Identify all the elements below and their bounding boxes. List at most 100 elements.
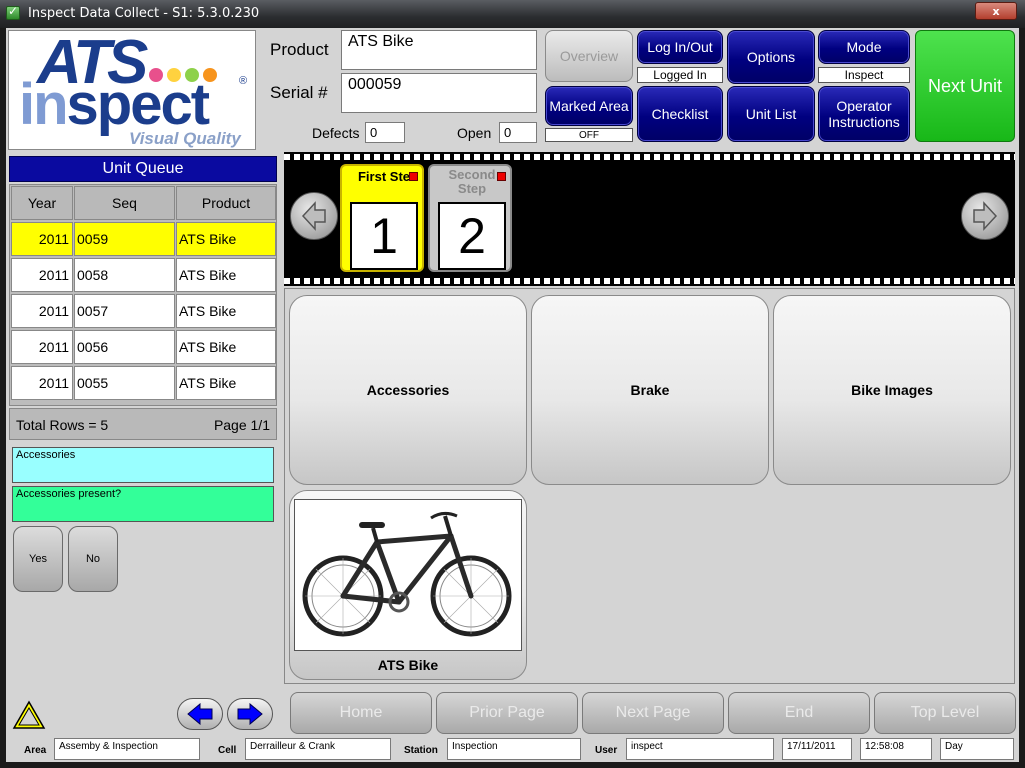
tile-brake[interactable]: Brake	[531, 295, 769, 485]
cell-field: Derrailleur & Crank	[245, 738, 391, 760]
time-field: 12:58:08	[860, 738, 932, 760]
user-field: inspect	[626, 738, 774, 760]
close-button[interactable]: x	[975, 2, 1017, 20]
mode-button[interactable]: Mode	[818, 30, 910, 64]
queue-next-button[interactable]	[227, 698, 273, 730]
app-check-icon	[6, 4, 20, 20]
bicycle-icon	[302, 511, 512, 637]
cell-product: ATS Bike	[176, 222, 276, 256]
step-2-flag-icon	[497, 172, 506, 181]
col-header-year[interactable]: Year	[11, 186, 73, 220]
film-scroll-left-button[interactable]	[290, 192, 338, 240]
step-card-2[interactable]: Second Step 2	[428, 164, 512, 272]
cell-product: ATS Bike	[176, 330, 276, 364]
top-level-button[interactable]: Top Level	[874, 692, 1016, 734]
logo-tagline: Visual Quality	[129, 129, 241, 148]
title-bar: Inspect Data Collect - S1: 5.3.0.230 x	[0, 0, 1025, 28]
col-header-seq[interactable]: Seq	[74, 186, 175, 220]
login-status: Logged In	[637, 67, 723, 83]
cell-seq: 0058	[74, 258, 175, 292]
product-field: ATS Bike	[341, 30, 537, 70]
prior-page-button[interactable]: Prior Page	[436, 692, 578, 734]
operator-line2: Instructions	[828, 114, 900, 130]
queue-totals: Total Rows = 5 Page 1/1	[9, 408, 277, 440]
cell-year: 2011	[11, 330, 73, 364]
next-page-button[interactable]: Next Page	[582, 692, 724, 734]
app-client-area: ATS ® inspect Visual Quality Product ATS…	[6, 28, 1019, 762]
warning-icon[interactable]	[12, 700, 46, 730]
window-title: Inspect Data Collect - S1: 5.3.0.230	[28, 6, 260, 21]
unit-queue-grid: Year Seq Product 2011 0059 ATS Bike 2011…	[9, 184, 277, 406]
status-bar: Area Assemby & Inspection Cell Derraille…	[6, 736, 1019, 762]
arrow-left-icon	[187, 703, 213, 725]
film-perforations-bottom	[284, 278, 1015, 284]
marked-area-status: OFF	[545, 128, 633, 142]
cell-year: 2011	[11, 294, 73, 328]
logo-inspect-text: inspect	[19, 72, 210, 137]
cell-year: 2011	[11, 222, 73, 256]
area-label: Area	[24, 745, 47, 756]
step-1-flag-icon	[409, 172, 418, 181]
step-card-1[interactable]: First Ste 1	[340, 164, 424, 272]
shift-field: Day	[940, 738, 1014, 760]
station-label: Station	[404, 745, 438, 756]
unit-list-button[interactable]: Unit List	[727, 86, 815, 142]
cell-seq: 0055	[74, 366, 175, 400]
tile-ats-bike[interactable]: ATS Bike	[289, 490, 527, 680]
cell-seq: 0056	[74, 330, 175, 364]
cell-seq: 0059	[74, 222, 175, 256]
cell-product: ATS Bike	[176, 294, 276, 328]
station-field: Inspection	[447, 738, 581, 760]
yes-button[interactable]: Yes	[13, 526, 63, 592]
tile-ats-bike-label: ATS Bike	[377, 657, 439, 673]
film-scroll-right-button[interactable]	[961, 192, 1009, 240]
cell-label: Cell	[218, 745, 237, 756]
chevron-left-icon	[301, 201, 326, 231]
serial-label: Serial #	[270, 83, 328, 102]
bike-image-frame	[294, 499, 522, 651]
login-button[interactable]: Log In/Out	[637, 30, 723, 64]
total-rows: Total Rows = 5	[16, 417, 109, 433]
no-button[interactable]: No	[68, 526, 118, 592]
question-prompt: Accessories present?	[12, 486, 274, 522]
options-button[interactable]: Options	[727, 30, 815, 84]
product-label: Product	[270, 40, 329, 59]
checklist-area: Accessories Brake Bike Images ATS Bike	[284, 288, 1015, 684]
page-indicator: Page 1/1	[213, 417, 270, 433]
mode-status: Inspect	[818, 67, 910, 83]
cell-year: 2011	[11, 258, 73, 292]
user-label: User	[595, 745, 618, 756]
checklist-button[interactable]: Checklist	[637, 86, 723, 142]
open-label: Open	[457, 125, 492, 141]
step-1-number: 1	[350, 202, 418, 270]
defects-field: 0	[365, 122, 405, 143]
unit-queue-title: Unit Queue	[9, 156, 277, 182]
step-filmstrip: First Ste 1 Second Step 2	[284, 152, 1015, 286]
open-field: 0	[499, 122, 537, 143]
chevron-right-icon	[973, 201, 998, 231]
col-header-product[interactable]: Product	[176, 186, 276, 220]
cell-product: ATS Bike	[176, 258, 276, 292]
cell-seq: 0057	[74, 294, 175, 328]
home-button[interactable]: Home	[290, 692, 432, 734]
operator-instructions-button[interactable]: Operator Instructions	[818, 86, 910, 142]
cell-year: 2011	[11, 366, 73, 400]
overview-button[interactable]: Overview	[545, 30, 633, 82]
tile-accessories[interactable]: Accessories	[289, 295, 527, 485]
area-field: Assemby & Inspection	[54, 738, 200, 760]
step-2-number: 2	[438, 202, 506, 270]
cell-product: ATS Bike	[176, 366, 276, 400]
marked-area-button[interactable]: Marked Area	[545, 86, 633, 126]
logo-registered-mark: ®	[239, 75, 248, 87]
end-button[interactable]: End	[728, 692, 870, 734]
film-perforations-top	[284, 154, 1015, 160]
date-field: 17/11/2011	[782, 738, 852, 760]
ats-inspect-logo: ATS ® inspect Visual Quality	[8, 30, 256, 150]
arrow-right-icon	[237, 703, 263, 725]
operator-line1: Operator	[836, 98, 892, 114]
serial-field: 000059	[341, 73, 537, 113]
queue-prev-button[interactable]	[177, 698, 223, 730]
tile-bike-images[interactable]: Bike Images	[773, 295, 1011, 485]
next-unit-button[interactable]: Next Unit	[915, 30, 1015, 142]
question-category: Accessories	[12, 447, 274, 483]
